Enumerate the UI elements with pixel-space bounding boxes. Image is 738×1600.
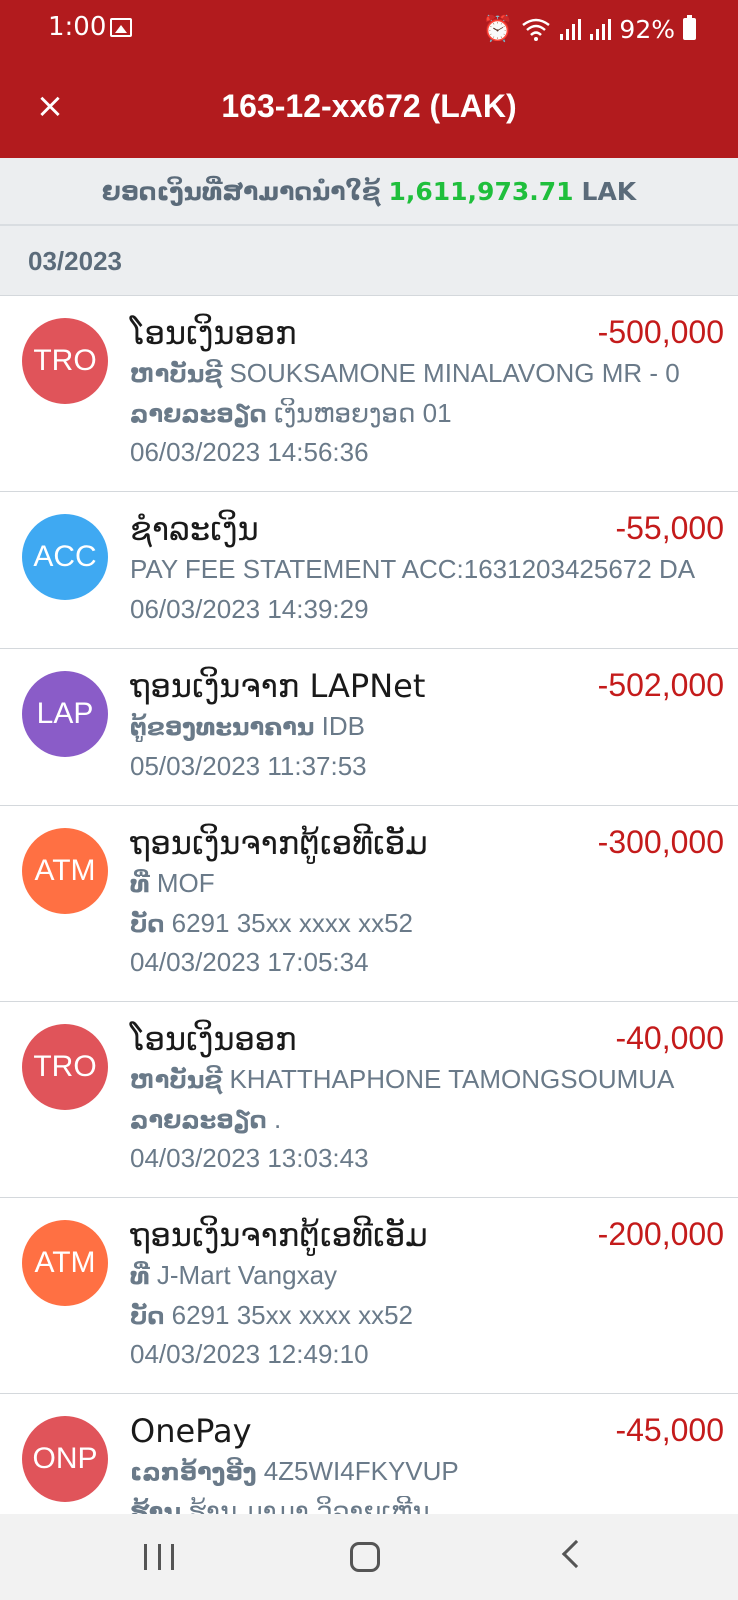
- transaction-detail: ເລກອ້າງອີງ 4Z5WI4FKYVUP: [130, 1456, 710, 1487]
- app-bar: × 163-12-xx672 (LAK): [0, 58, 738, 158]
- transaction-item[interactable]: ATM ຖອນເງິນຈາກຕູ້ເອທີເອັມ -300,000 ທີ່ M…: [0, 806, 738, 1002]
- signal-icon: [560, 19, 582, 40]
- recent-apps-button[interactable]: [144, 1544, 174, 1570]
- image-notification-icon: [110, 18, 132, 37]
- transaction-detail: ລາຍລະອຽດ .: [130, 1104, 710, 1135]
- detail-value: SOUKSAMONE MINALAVONG MR - 0: [229, 358, 680, 388]
- transaction-item[interactable]: ATM ຖອນເງິນຈາກຕູ້ເອທີເອັມ -200,000 ທີ່ J…: [0, 1198, 738, 1394]
- system-nav-bar: [0, 1514, 738, 1600]
- battery-percent: 92%: [619, 14, 675, 44]
- back-button[interactable]: [561, 1539, 591, 1569]
- transaction-amount: -45,000: [615, 1412, 724, 1448]
- transaction-amount: -502,000: [597, 667, 724, 703]
- detail-label: ຕູ້ຂອງທະນາຄານ: [130, 713, 315, 741]
- transaction-date: 04/03/2023 13:03:43: [130, 1143, 369, 1173]
- transaction-detail: ຮ້ານ ຮ້ານ ມາມາ ວິລາຍເຫີນ: [130, 1496, 710, 1514]
- status-icons: ⏰ 92%: [482, 10, 696, 48]
- detail-value: .: [273, 1104, 282, 1134]
- transaction-date: 06/03/2023 14:56:36: [130, 437, 369, 467]
- detail-label: ບັດ: [130, 1302, 165, 1330]
- transaction-date: 05/03/2023 11:37:53: [130, 751, 367, 781]
- transaction-amount: -300,000: [597, 824, 724, 860]
- detail-value: J-Mart Vangxay: [156, 1260, 338, 1290]
- balance-label: ຍອດເງິນທີ່ສາມາດນຳໃຊ້: [101, 176, 381, 206]
- transaction-detail: ທີ່ MOF: [130, 868, 710, 899]
- transaction-title: ຖອນເງິນຈາກຕູ້ເອທີເອັມ: [130, 1216, 428, 1254]
- transaction-list[interactable]: TRO ໂອນເງິນອອກ -500,000 ຫາບັນຊີ SOUKSAMO…: [0, 296, 738, 1514]
- transaction-amount: -40,000: [615, 1020, 724, 1056]
- detail-label: ເລກອ້າງອີງ: [130, 1458, 257, 1486]
- detail-label: ລາຍລະອຽດ: [130, 400, 267, 428]
- transaction-detail: ຫາບັນຊີ KHATTHAPHONE TAMONGSOUMUA: [130, 1064, 710, 1095]
- detail-value: 6291 35xx xxxx xx52: [171, 908, 413, 938]
- transaction-title: ຖອນເງິນຈາກ LAPNet: [130, 667, 426, 705]
- detail-value: IDB: [321, 711, 365, 741]
- transaction-type-badge: LAP: [22, 671, 108, 757]
- transaction-detail: PAY FEE STATEMENT ACC:1631203425672 DA: [130, 554, 696, 584]
- month-label: 03/2023: [28, 246, 122, 276]
- detail-value: ເງິນຫອຍງອດ 01: [273, 398, 452, 428]
- transaction-type-badge: ATM: [22, 1220, 108, 1306]
- home-button[interactable]: [350, 1542, 380, 1572]
- detail-label: ທີ່: [130, 870, 150, 898]
- detail-label: ຮ້ານ: [130, 1498, 181, 1514]
- transaction-title: ຊຳລະເງິນ: [130, 510, 259, 548]
- transaction-item[interactable]: ONP OnePay -45,000 ເລກອ້າງອີງ 4Z5WI4FKYV…: [0, 1394, 738, 1514]
- transaction-detail: ທີ່ J-Mart Vangxay: [130, 1260, 710, 1291]
- page-title: 163-12-xx672 (LAK): [221, 88, 517, 124]
- transaction-type-badge: TRO: [22, 318, 108, 404]
- detail-value: 4Z5WI4FKYVUP: [263, 1456, 459, 1486]
- balance-currency: LAK: [581, 176, 637, 206]
- available-balance: ຍອດເງິນທີ່ສາມາດນຳໃຊ້ 1,611,973.71 LAK: [0, 158, 738, 226]
- transaction-item[interactable]: ACC ຊຳລະເງິນ -55,000 PAY FEE STATEMENT A…: [0, 492, 738, 649]
- transaction-detail: ຕູ້ຂອງທະນາຄານ IDB: [130, 711, 710, 742]
- detail-label: ຫາບັນຊີ: [130, 1066, 223, 1094]
- status-bar: 1:00 ⏰ 92%: [0, 0, 738, 58]
- transaction-date: 04/03/2023 12:49:10: [130, 1339, 369, 1369]
- transaction-amount: -500,000: [597, 314, 724, 350]
- transaction-title: OnePay: [130, 1412, 252, 1450]
- signal-icon-2: [590, 19, 612, 40]
- detail-value: 6291 35xx xxxx xx52: [171, 1300, 413, 1330]
- transaction-type-badge: ATM: [22, 828, 108, 914]
- transaction-item[interactable]: LAP ຖອນເງິນຈາກ LAPNet -502,000 ຕູ້ຂອງທະນ…: [0, 649, 738, 806]
- detail-value: MOF: [156, 868, 215, 898]
- wifi-icon: [522, 18, 551, 41]
- balance-amount: 1,611,973.71: [388, 176, 574, 206]
- transaction-type-badge: ACC: [22, 514, 108, 600]
- transaction-title: ຖອນເງິນຈາກຕູ້ເອທີເອັມ: [130, 824, 428, 862]
- month-section-header: 03/2023: [0, 226, 738, 296]
- status-time: 1:00: [48, 12, 107, 42]
- transaction-item[interactable]: TRO ໂອນເງິນອອກ -500,000 ຫາບັນຊີ SOUKSAMO…: [0, 296, 738, 492]
- transaction-detail: ບັດ 6291 35xx xxxx xx52: [130, 1300, 710, 1331]
- transaction-date: 06/03/2023 14:39:29: [130, 594, 369, 624]
- detail-value: KHATTHAPHONE TAMONGSOUMUA: [229, 1064, 675, 1094]
- detail-label: ຫາບັນຊີ: [130, 360, 223, 388]
- detail-value: ຮ້ານ ມາມາ ວິລາຍເຫີນ: [188, 1496, 430, 1514]
- battery-icon: [683, 15, 696, 40]
- transaction-type-badge: ONP: [22, 1416, 108, 1502]
- transaction-title: ໂອນເງິນອອກ: [130, 1020, 297, 1058]
- detail-label: ລາຍລະອຽດ: [130, 1106, 267, 1134]
- detail-label: ບັດ: [130, 910, 165, 938]
- transaction-title: ໂອນເງິນອອກ: [130, 314, 297, 352]
- detail-label: ທີ່: [130, 1262, 150, 1290]
- transaction-amount: -55,000: [615, 510, 724, 546]
- transaction-type-badge: TRO: [22, 1024, 108, 1110]
- alarm-icon: ⏰: [482, 14, 514, 43]
- transaction-detail: ຫາບັນຊີ SOUKSAMONE MINALAVONG MR - 0: [130, 358, 710, 389]
- transaction-detail: ບັດ 6291 35xx xxxx xx52: [130, 908, 710, 939]
- transaction-date: 04/03/2023 17:05:34: [130, 947, 369, 977]
- transaction-amount: -200,000: [597, 1216, 724, 1252]
- transaction-detail: ລາຍລະອຽດ ເງິນຫອຍງອດ 01: [130, 398, 710, 429]
- transaction-item[interactable]: TRO ໂອນເງິນອອກ -40,000 ຫາບັນຊີ KHATTHAPH…: [0, 1002, 738, 1198]
